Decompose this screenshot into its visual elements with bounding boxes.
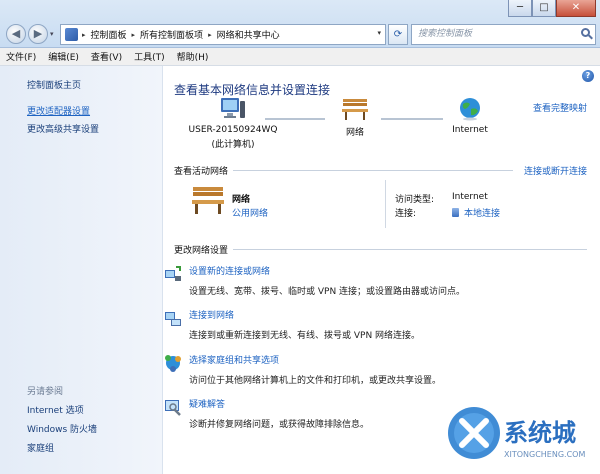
active-networks-heading: 查看活动网络: [174, 167, 229, 177]
menu-edit[interactable]: 编辑(E): [48, 50, 79, 63]
network-type-link[interactable]: 公用网络: [232, 206, 268, 219]
search-input[interactable]: 搜索控制面板: [411, 24, 596, 45]
connect-disconnect-link[interactable]: 连接或断开连接: [524, 164, 587, 177]
task-description: 访问位于其他网络计算机上的文件和打印机，或更改共享设置。: [189, 376, 442, 386]
section-divider: [233, 170, 513, 171]
sidebar-link-homegroup[interactable]: 家庭组: [27, 441, 54, 454]
sidebar-link-adapter-settings[interactable]: 更改适配器设置: [27, 104, 90, 117]
computer-icon: [221, 98, 245, 118]
menu-view[interactable]: 查看(V): [91, 50, 122, 63]
task-homegroup[interactable]: 选择家庭组和共享选项 访问位于其他网络计算机上的文件和打印机，或更改共享设置。: [165, 353, 442, 386]
window-titlebar: ─ □ ✕ ◀ ▶ ▾ ▸ 控制面板 ▸ 所有控制面板项 ▸ 网络和共享中心 ▾…: [0, 0, 600, 48]
task-link[interactable]: 疑难解答: [189, 397, 369, 410]
window-controls: ─ □ ✕: [508, 0, 596, 18]
control-panel-icon: [65, 28, 78, 41]
map-node-computer[interactable]: USER-20150924WQ (此计算机): [183, 96, 283, 150]
maximize-button[interactable]: □: [532, 0, 556, 17]
watermark-subtext: XITONGCHENG.COM: [504, 450, 585, 459]
watermark-logo: 系统城 XITONGCHENG.COM: [448, 407, 585, 459]
search-placeholder: 搜索控制面板: [418, 29, 473, 39]
sidebar-home-link[interactable]: 控制面板主页: [27, 78, 81, 91]
sidebar-link-internet-options[interactable]: Internet 选项: [27, 403, 84, 416]
minimize-button[interactable]: ─: [508, 0, 532, 17]
map-node-network[interactable]: 网络: [333, 96, 377, 138]
forward-button[interactable]: ▶: [28, 24, 48, 44]
breadcrumb-network-center[interactable]: 网络和共享中心: [217, 28, 280, 41]
bench-icon: [342, 99, 368, 120]
change-settings-heading: 更改网络设置: [174, 246, 229, 256]
menu-file[interactable]: 文件(F): [6, 50, 36, 63]
task-link[interactable]: 连接到网络: [189, 308, 420, 321]
task-link[interactable]: 选择家庭组和共享选项: [189, 353, 441, 366]
breadcrumb-separator[interactable]: ▸: [82, 31, 86, 39]
task-description: 诊断并修复网络问题，或获得故障排除信息。: [189, 420, 370, 430]
task-link[interactable]: 设置新的连接或网络: [189, 264, 465, 277]
task-new-connection[interactable]: 设置新的连接或网络 设置无线、宽带、拨号、临时或 VPN 连接；或设置路由器或访…: [165, 264, 466, 297]
breadcrumb-separator[interactable]: ▸: [208, 31, 212, 39]
new-connection-icon: [165, 266, 181, 281]
access-type-value: Internet: [452, 192, 488, 202]
globe-icon: [460, 98, 480, 121]
breadcrumb-control-panel[interactable]: 控制面板: [91, 28, 127, 41]
close-button[interactable]: ✕: [556, 0, 596, 17]
homegroup-icon: [165, 355, 181, 372]
address-dropdown-icon[interactable]: ▾: [377, 29, 381, 37]
section-divider: [233, 249, 587, 250]
help-icon[interactable]: ?: [582, 70, 594, 82]
see-full-map-link[interactable]: 查看完整映射: [533, 101, 587, 114]
local-connection-text: 本地连接: [464, 209, 501, 219]
computer-sublabel: (此计算机): [211, 140, 255, 150]
sidebar-link-advanced-sharing[interactable]: 更改高级共享设置: [27, 122, 99, 135]
map-node-internet[interactable]: Internet: [445, 96, 495, 135]
refresh-button[interactable]: ⟳: [388, 24, 408, 45]
troubleshoot-icon: [165, 400, 181, 416]
menu-bar: 文件(F) 编辑(E) 查看(V) 工具(T) 帮助(H): [0, 48, 600, 66]
task-connect-network[interactable]: 连接到网络 连接到或重新连接到无线、有线、拨号或 VPN 网络连接。: [165, 308, 421, 341]
bench-icon: [192, 187, 224, 214]
address-bar[interactable]: ▸ 控制面板 ▸ 所有控制面板项 ▸ 网络和共享中心 ▾: [60, 24, 386, 45]
back-button[interactable]: ◀: [6, 24, 26, 44]
sidebar-link-firewall[interactable]: Windows 防火墙: [27, 422, 97, 435]
task-description: 设置无线、宽带、拨号、临时或 VPN 连接；或设置路由器或访问点。: [189, 287, 466, 297]
local-connection-link[interactable]: 本地连接: [452, 206, 500, 219]
breadcrumb-all-items[interactable]: 所有控制面板项: [140, 28, 203, 41]
breadcrumb-separator[interactable]: ▸: [132, 31, 136, 39]
search-icon[interactable]: [581, 28, 590, 37]
see-also-heading: 另请参阅: [27, 387, 64, 397]
left-sidebar: 控制面板主页 更改适配器设置 更改高级共享设置 另请参阅 Internet 选项…: [0, 66, 163, 474]
task-troubleshoot[interactable]: 疑难解答 诊断并修复网络问题，或获得故障排除信息。: [165, 397, 370, 430]
recent-pages-dropdown[interactable]: ▾: [50, 30, 54, 38]
menu-tools[interactable]: 工具(T): [134, 50, 165, 63]
map-connector-line: [381, 118, 443, 120]
task-description: 连接到或重新连接到无线、有线、拨号或 VPN 网络连接。: [189, 331, 421, 341]
column-divider: [385, 180, 386, 228]
internet-node-label: Internet: [452, 125, 488, 135]
access-type-label: 访问类型:: [395, 195, 435, 205]
menu-help[interactable]: 帮助(H): [177, 50, 209, 63]
connect-network-icon: [165, 312, 181, 326]
computer-name: USER-20150924WQ: [188, 125, 278, 135]
ethernet-icon: [452, 208, 459, 217]
connection-label: 连接:: [395, 209, 417, 219]
network-node-label: 网络: [345, 128, 364, 138]
watermark-text: 系统城: [504, 419, 576, 447]
active-network-name: 网络: [232, 195, 251, 205]
